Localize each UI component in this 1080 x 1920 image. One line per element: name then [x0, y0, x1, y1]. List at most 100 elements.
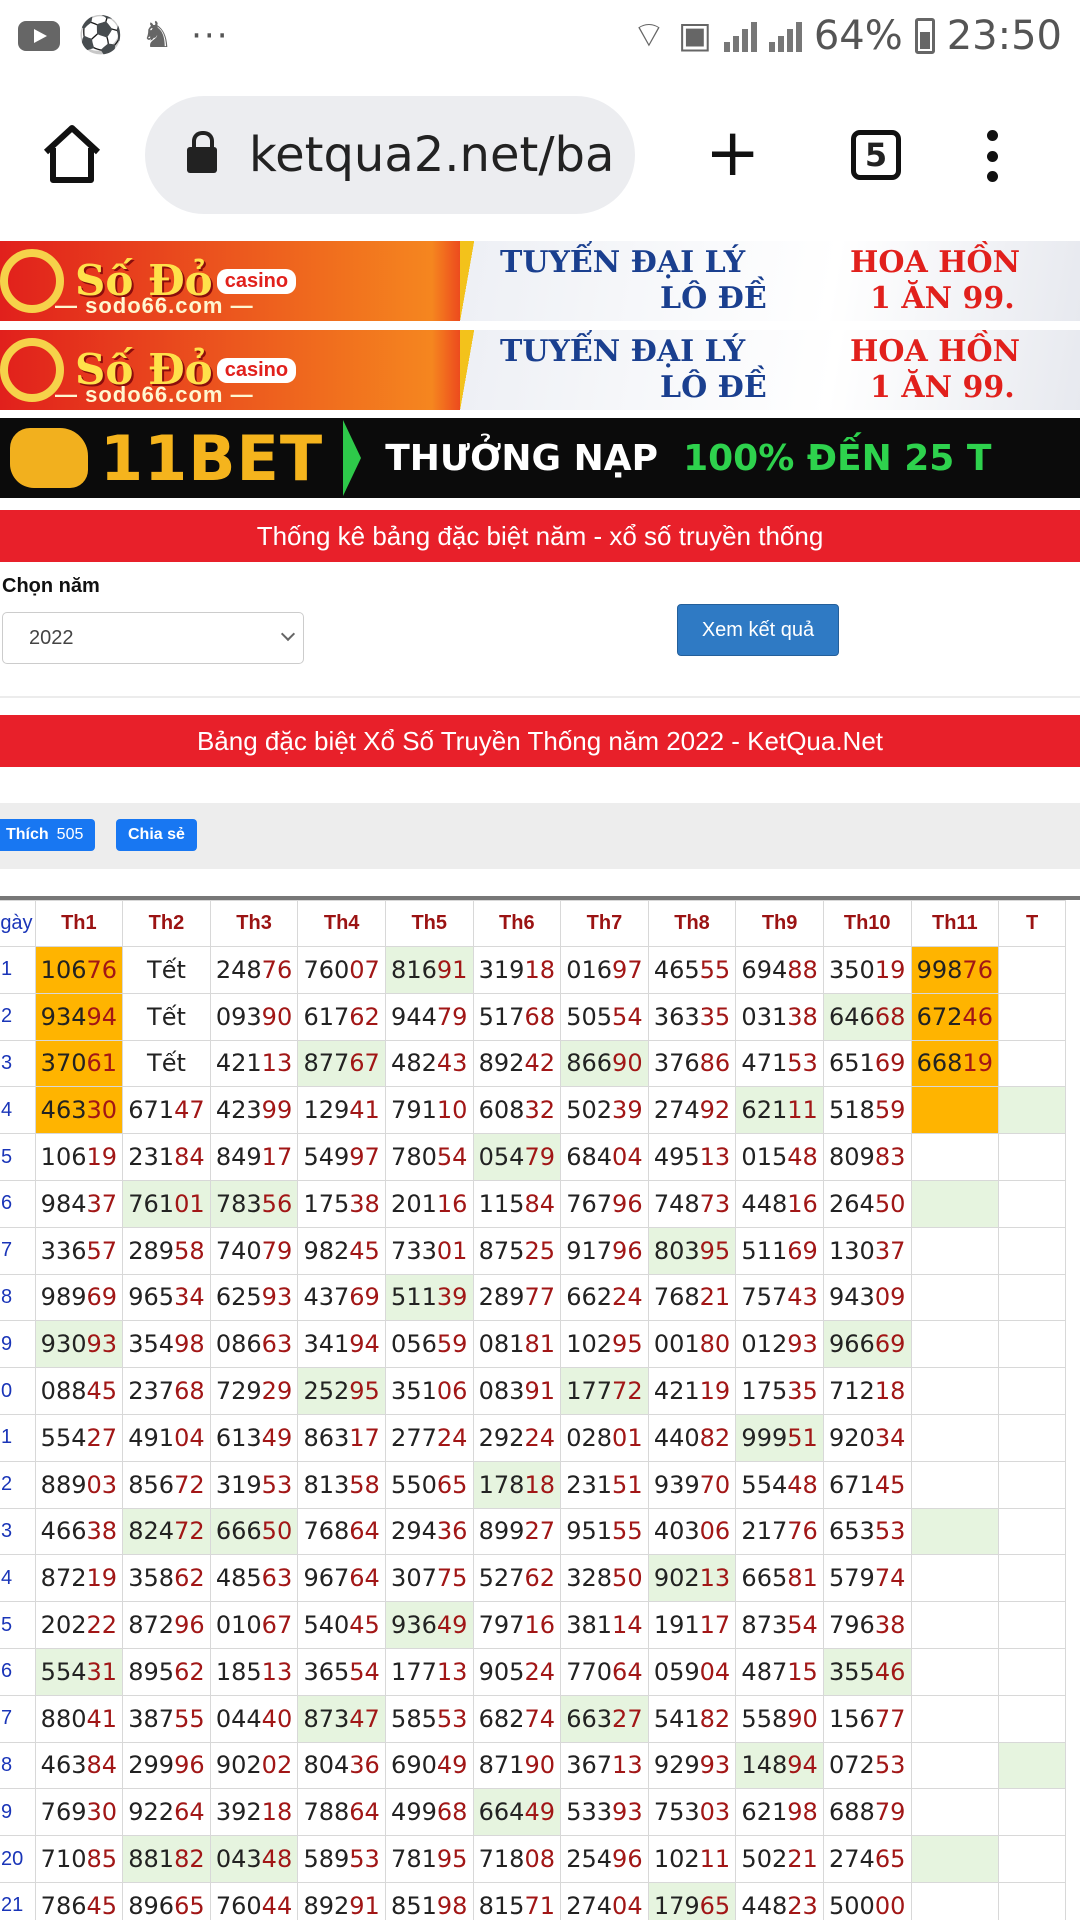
- result-cell: Tết: [122, 946, 211, 994]
- result-cell: 43769: [297, 1273, 386, 1322]
- battery-icon: [914, 18, 935, 54]
- result-cell: 99951: [735, 1413, 824, 1462]
- result-cell: 55427: [34, 1413, 124, 1462]
- result-cell: 80983: [822, 1133, 912, 1181]
- result-cell: 88041: [34, 1694, 124, 1743]
- result-cell: [998, 1039, 1066, 1088]
- result-cell: 01697: [560, 946, 649, 994]
- lock-icon: [187, 131, 217, 173]
- result-cell: 17713: [384, 1647, 474, 1696]
- result-cell: 87354: [735, 1601, 824, 1649]
- result-cell: 54182: [647, 1694, 737, 1743]
- month-column-header: Th9: [735, 900, 824, 947]
- result-cell: 78864: [297, 1788, 386, 1837]
- facebook-like-button[interactable]: Thích 505: [0, 819, 96, 851]
- result-cell: 46330: [34, 1086, 124, 1135]
- result-cell: 31953: [209, 1460, 299, 1509]
- result-cell: 08845: [34, 1367, 124, 1415]
- sodo-banner-2[interactable]: Số Đỏ casino — sodo66.com — TUYỂN ĐẠI LÝ…: [0, 330, 1080, 410]
- month-column-header: Th4: [297, 900, 386, 947]
- result-cell: [998, 1086, 1066, 1135]
- result-cell: 49513: [647, 1133, 737, 1181]
- 11bet-banner[interactable]: 11BET THƯỞNG NẠP 100% ĐẾN 25 T: [0, 418, 1080, 498]
- sodo-line2: LÔ ĐỀ: [660, 281, 767, 316]
- result-cell: 28958: [122, 1226, 211, 1275]
- result-cell: 01548: [735, 1133, 824, 1181]
- table-row: 7 33657 28958 74079 98245 73301 87525 91796 8039…: [0, 1226, 1066, 1275]
- result-cell: 79716: [472, 1601, 562, 1649]
- result-cell: 17535: [735, 1367, 824, 1415]
- result-cell: 05479: [472, 1133, 562, 1181]
- result-cell: 76007: [297, 946, 386, 994]
- result-cell: 51169: [735, 1226, 824, 1275]
- result-cell: 50554: [560, 992, 649, 1041]
- view-results-button[interactable]: Xem kết quả: [677, 604, 839, 656]
- result-cell: 69049: [384, 1741, 474, 1790]
- result-cell: 35498: [122, 1320, 211, 1369]
- table-row: 21 78645 89665 76044 89291 85198 81571 27404 179…: [0, 1881, 1066, 1920]
- result-cell: 77064: [560, 1647, 649, 1696]
- result-cell: 90213: [647, 1554, 737, 1603]
- result-cell: 08663: [209, 1320, 299, 1369]
- result-cell: 51139: [384, 1273, 474, 1322]
- sodo-banner-1[interactable]: Số Đỏ casino — sodo66.com — TUYỂN ĐẠI LÝ…: [0, 241, 1080, 321]
- result-cell: 42119: [647, 1367, 737, 1415]
- year-select[interactable]: 2022: [2, 612, 304, 664]
- result-cell: [910, 1601, 1000, 1649]
- result-cell: 28977: [472, 1273, 562, 1322]
- sodo-line4: 1 ĂN 99.: [870, 370, 1015, 405]
- result-cell: [998, 1273, 1066, 1322]
- result-cell: 21776: [735, 1507, 824, 1556]
- table-row: 9 76930 92264 39218 78864 49968 66449 53393 7530…: [0, 1788, 1066, 1837]
- result-cell: [998, 1133, 1066, 1181]
- result-cell: 87219: [34, 1554, 124, 1603]
- tab-switcher-button[interactable]: 5: [851, 130, 901, 180]
- soccer-ball-icon: ⚽: [78, 15, 123, 56]
- result-cell: 27724: [384, 1413, 474, 1462]
- result-cell: 39218: [209, 1788, 299, 1837]
- result-cell: 20222: [34, 1601, 124, 1649]
- results-table-container[interactable]: gày Th1 Th2 Th3 Th4 Th5 Th6 Th7 Th8 Th9 Th10 Th11 T …: [0, 896, 1080, 1920]
- result-cell: 68879: [822, 1788, 912, 1837]
- table-row: 3 46638 82472 66650 76864 29436 89927 95155 4030…: [0, 1507, 1066, 1556]
- result-cell: 29996: [122, 1741, 211, 1790]
- day-cell: 4: [0, 1554, 36, 1603]
- result-cell: 65353: [822, 1507, 912, 1556]
- result-cell: 93494: [34, 992, 124, 1041]
- result-cell: 46384: [34, 1741, 124, 1790]
- result-cell: 27465: [822, 1835, 912, 1883]
- result-cell: 08391: [472, 1367, 562, 1415]
- result-cell: [998, 1460, 1066, 1509]
- facebook-share-button[interactable]: Chia sẻ: [116, 819, 197, 851]
- result-cell: 87190: [472, 1741, 562, 1790]
- home-icon[interactable]: [40, 124, 104, 184]
- table-row: 7 88041 38755 04440 87347 58553 68274 66327 5418…: [0, 1694, 1066, 1743]
- result-cell: 98245: [297, 1226, 386, 1275]
- day-cell: 6: [0, 1647, 36, 1696]
- result-cell: 50221: [735, 1835, 824, 1883]
- browser-menu-icon[interactable]: [985, 130, 999, 182]
- result-cell: 30775: [384, 1554, 474, 1603]
- day-cell: 5: [0, 1133, 36, 1181]
- result-cell: 89562: [122, 1647, 211, 1696]
- result-cell: [910, 1835, 1000, 1883]
- like-count: 505: [56, 826, 84, 843]
- result-cell: 04348: [209, 1835, 299, 1883]
- address-bar[interactable]: ketqua2.net/ba: [145, 96, 635, 214]
- result-cell: 09390: [209, 992, 299, 1041]
- result-cell: 34194: [297, 1320, 386, 1369]
- result-cell: 25295: [297, 1367, 386, 1415]
- month-column-header: T: [998, 900, 1066, 947]
- new-tab-icon[interactable]: +: [705, 120, 760, 186]
- result-cell: [998, 1647, 1066, 1696]
- result-cell: 78054: [384, 1133, 474, 1181]
- result-cell: 62198: [735, 1788, 824, 1837]
- month-column-header: Th11: [910, 900, 1000, 947]
- result-cell: 81691: [384, 946, 474, 994]
- result-cell: 38114: [560, 1601, 649, 1649]
- result-cell: 08181: [472, 1320, 562, 1369]
- 11bet-brand: 11BET: [100, 421, 324, 495]
- table-row: 3 37061 Tết 42113 87767 48243 89242 86690 37686 4…: [0, 1039, 1066, 1088]
- result-cell: 51859: [822, 1086, 912, 1135]
- result-cell: 99876: [910, 946, 1000, 994]
